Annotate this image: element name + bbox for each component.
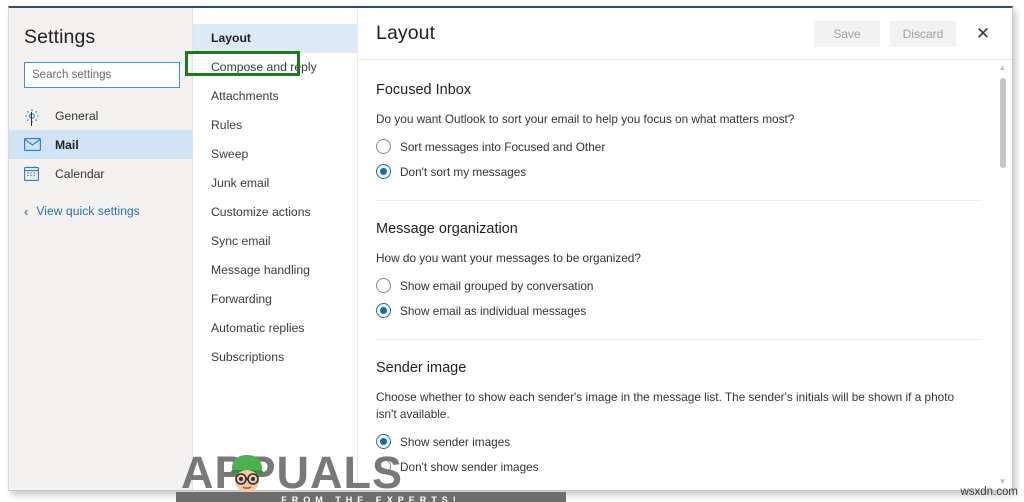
subnav-item-compose-and-reply[interactable]: Compose and reply [185,51,357,82]
subnav-item-label: Sweep [211,147,249,161]
subnav-item-layout[interactable]: Layout [193,24,357,53]
settings-content: Layout Save Discard ✕ Focused Inbox Do y… [358,8,1012,490]
section-description: How do you want your messages to be orga… [376,251,641,265]
view-quick-settings-label: View quick settings [36,204,140,218]
subnav-item-attachments[interactable]: Attachments [193,82,357,111]
section-heading: Focused Inbox [376,82,472,98]
subnav-item-customize-actions[interactable]: Customize actions [193,198,357,227]
chevron-left-icon: ‹ [24,203,29,219]
section-description: Choose whether to show each sender's ima… [376,390,955,421]
section-description: Do you want Outlook to sort your email t… [376,112,795,126]
radio-icon[interactable] [376,139,391,154]
subnav-item-label: Customize actions [211,205,311,219]
sidebar-item-label: Calendar [55,166,105,181]
subnav-item-label: Layout [211,31,251,45]
section-focused-inbox: Focused Inbox Do you want Outlook to sor… [376,60,982,179]
appuals-tagline: FROM THE EXPERTS! [176,492,566,502]
scroll-up-arrow-icon[interactable]: ▲ [995,62,1010,74]
subnav-item-rules[interactable]: Rules [193,111,357,140]
subnav-item-sweep[interactable]: Sweep [193,140,357,169]
settings-sidebar: Settings General [9,8,193,490]
settings-dialog: Settings General [8,6,1013,491]
content-title: Layout [376,22,436,44]
subnav-item-message-handling[interactable]: Message handling [193,256,357,285]
view-quick-settings-link[interactable]: ‹ View quick settings [9,204,192,218]
subnav-item-label: Subscriptions [211,350,285,364]
radio-icon-selected[interactable] [376,434,391,449]
page-title: Settings [24,26,96,48]
radio-option-individual-messages[interactable]: Show email as individual messages [376,303,982,318]
settings-nav-list: General Mail Calendar [9,101,192,188]
content-scrollbar[interactable]: ▲ ▼ [995,62,1010,488]
subnav-item-junk-email[interactable]: Junk email [193,169,357,198]
radio-label: Show email as individual messages [400,303,587,318]
subnav-item-automatic-replies[interactable]: Automatic replies [193,314,357,343]
discard-button[interactable]: Discard [890,20,956,47]
radio-icon[interactable] [376,459,391,474]
subnav-item-label: Rules [211,118,243,132]
subnav-item-label: Forwarding [211,292,272,306]
radio-label: Don't show sender images [400,459,539,474]
section-heading: Sender image [376,360,467,376]
radio-label: Show email grouped by conversation [400,278,594,293]
envelope-icon [24,137,44,153]
sidebar-item-label: General [55,108,99,123]
subnav-item-label: Junk email [211,176,270,190]
sidebar-item-general[interactable]: General [9,101,192,130]
radio-icon-selected[interactable] [376,303,391,318]
calendar-icon [24,166,44,182]
section-message-organization: Message organization How do you want you… [376,200,982,318]
content-header: Layout Save Discard ✕ [358,8,1012,60]
radio-option-dont-show-sender-images[interactable]: Don't show sender images [376,459,982,474]
subnav-item-forwarding[interactable]: Forwarding [193,285,357,314]
subnav-item-label: Attachments [211,89,279,103]
sidebar-item-label: Mail [55,137,79,152]
site-watermark: wsxdn.com [960,486,1018,498]
subnav-item-label: Sync email [211,234,271,248]
sidebar-item-calendar[interactable]: Calendar [9,159,192,188]
sidebar-item-mail[interactable]: Mail [9,130,192,159]
subnav-item-label: Message handling [211,263,310,277]
search-text-caret [31,112,32,126]
mail-subnav: Layout Compose and reply Attachments Rul… [185,8,358,490]
search-wrapper [24,62,180,88]
radio-icon[interactable] [376,278,391,293]
subnav-item-label: Compose and reply [211,60,317,74]
subnav-item-subscriptions[interactable]: Subscriptions [193,343,357,372]
gear-icon [24,108,44,124]
section-heading: Message organization [376,221,518,237]
radio-label: Don't sort my messages [400,164,527,179]
content-body: Focused Inbox Do you want Outlook to sor… [358,60,1012,490]
close-icon[interactable]: ✕ [968,20,998,48]
radio-option-grouped-by-conversation[interactable]: Show email grouped by conversation [376,278,982,293]
subnav-item-label: Automatic replies [211,321,305,335]
radio-option-show-sender-images[interactable]: Show sender images [376,434,982,449]
subnav-item-sync-email[interactable]: Sync email [193,227,357,256]
radio-icon-selected[interactable] [376,164,391,179]
section-sender-image: Sender image Choose whether to show each… [376,339,982,474]
radio-label: Sort messages into Focused and Other [400,139,606,154]
radio-label: Show sender images [400,434,511,449]
radio-option-dont-sort[interactable]: Don't sort my messages [376,164,982,179]
scrollbar-thumb[interactable] [1000,78,1006,168]
save-button[interactable]: Save [814,20,880,47]
search-input[interactable] [24,62,180,88]
radio-option-sort-focused-other[interactable]: Sort messages into Focused and Other [376,139,982,154]
screenshot-root: Settings General [0,0,1024,502]
